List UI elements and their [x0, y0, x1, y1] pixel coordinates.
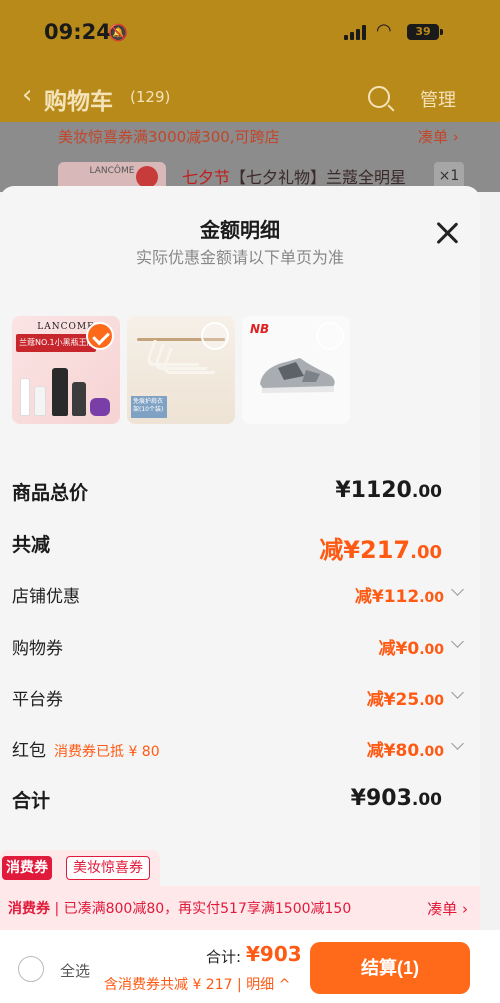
nb-logo: NB	[250, 322, 270, 336]
detail-toggle-link[interactable]: 明细 ^	[246, 977, 290, 993]
close-icon[interactable]	[434, 220, 460, 246]
checkout-bar: 全选 合计: ¥903 含消费券共减 ¥ 217 | 明细 ^ 结算(1)	[0, 930, 500, 1003]
shop-discount-label: 店铺优惠	[12, 587, 80, 607]
hanger-tag: 免痕护肩衣架(10个装)	[131, 396, 167, 418]
back-icon[interactable]: ‹	[22, 80, 32, 110]
goods-total-row: 商品总价 ¥1120.00	[12, 478, 464, 508]
beauty-voucher-tag: 美妆惊喜券	[66, 856, 150, 880]
checkout-button[interactable]: 结算(1)	[310, 942, 470, 994]
select-all-label[interactable]: 全选	[60, 960, 90, 981]
lancome-banner: 兰蔻NO.1小黑瓶王牌	[16, 334, 96, 352]
sum-value: ¥903.00	[350, 786, 442, 811]
product-thumb-shoe[interactable]: NB	[242, 316, 350, 424]
platform-voucher-row[interactable]: 平台券 减¥25.00	[12, 685, 464, 713]
total-label: 合计:	[206, 948, 242, 966]
shopping-voucher-value: 减¥0.00	[378, 639, 444, 659]
voucher-tags: 消费券 美妆惊喜券	[0, 850, 160, 886]
goods-total-label: 商品总价	[12, 482, 89, 504]
status-bar: 09:24 🔕 ◠ 39	[0, 0, 500, 64]
shoe-image	[260, 358, 335, 393]
red-packet-note: 消费券已抵 ¥ 80	[54, 744, 160, 760]
wifi-icon: ◠	[376, 20, 392, 41]
background-promo-link[interactable]: 凑单 ›	[418, 126, 459, 147]
select-all-checkbox[interactable]	[18, 956, 44, 982]
cart-header: ‹ 购物车 (129) 管理	[0, 74, 500, 122]
checkbox-unchecked-icon[interactable]	[316, 322, 344, 350]
shopping-voucher-row[interactable]: 购物券 减¥0.00	[12, 634, 464, 662]
page-title: 购物车	[44, 89, 113, 115]
voucher-promo-text: 消费券 | 已凑满800减80，再实付517享满1500减150	[8, 901, 352, 917]
signal-icon	[344, 24, 370, 40]
background-cart: 美妆惊喜券满3000减300,可跨店 凑单 › LANCÔME 七夕节【七夕礼物…	[0, 122, 500, 192]
total-discount-summary: 含消费券共减 ¥ 217 | 明细 ^	[104, 977, 291, 993]
goods-total-value: ¥1120.00	[335, 478, 442, 503]
amount-detail-sheet: 金额明细 实际优惠金额请以下单页为准 LANCOME 兰蔻NO.1小黑瓶王牌 免…	[0, 186, 480, 1003]
cart-count: (129)	[130, 88, 171, 106]
platform-voucher-label: 平台券	[12, 690, 63, 710]
mute-bell-icon: 🔕	[108, 23, 128, 42]
battery-icon: 39	[407, 24, 443, 40]
product-thumb-hangers[interactable]: 免痕护肩衣架(10个装)	[127, 316, 235, 424]
red-packet-value: 减¥80.00	[366, 741, 444, 761]
consumer-voucher-tag: 消费券	[2, 856, 52, 880]
background-item-title: 七夕节【七夕礼物】兰蔻全明星	[182, 168, 407, 187]
shop-discount-row[interactable]: 店铺优惠 减¥112.00	[12, 582, 464, 610]
sheet-subtitle: 实际优惠金额请以下单页为准	[135, 248, 344, 267]
lancome-bottles-image	[18, 362, 114, 416]
status-time: 09:24	[44, 20, 111, 44]
voucher-promo-bar[interactable]: 消费券 | 已凑满800减80，再实付517享满1500减150 凑单 ›	[0, 886, 480, 930]
total-discount-label: 共减	[12, 534, 51, 556]
sum-row: 合计 ¥903.00	[12, 786, 464, 818]
platform-voucher-value: 减¥25.00	[366, 690, 444, 710]
total-discount-row: 共减 减¥217.00	[12, 530, 464, 564]
checkbox-unchecked-icon[interactable]	[201, 322, 229, 350]
manage-button[interactable]: 管理	[420, 86, 456, 112]
checkbox-checked-icon[interactable]	[86, 322, 114, 350]
add-items-link[interactable]: 凑单 ›	[427, 898, 468, 919]
search-icon[interactable]	[368, 86, 390, 108]
red-packet-label: 红包 消费券已抵 ¥ 80	[12, 741, 160, 761]
sheet-title: 金额明细	[200, 218, 280, 242]
red-packet-row[interactable]: 红包 消费券已抵 ¥ 80 减¥80.00	[12, 736, 464, 764]
total-discount-value: 减¥217.00	[319, 536, 442, 564]
product-thumb-lancome[interactable]: LANCOME 兰蔻NO.1小黑瓶王牌	[12, 316, 120, 424]
shopping-voucher-label: 购物券	[12, 639, 63, 659]
total-value: ¥903	[246, 942, 302, 966]
sum-label: 合计	[12, 790, 51, 812]
shop-discount-value: 减¥112.00	[354, 587, 444, 607]
background-promo: 美妆惊喜券满3000减300,可跨店	[58, 128, 280, 146]
